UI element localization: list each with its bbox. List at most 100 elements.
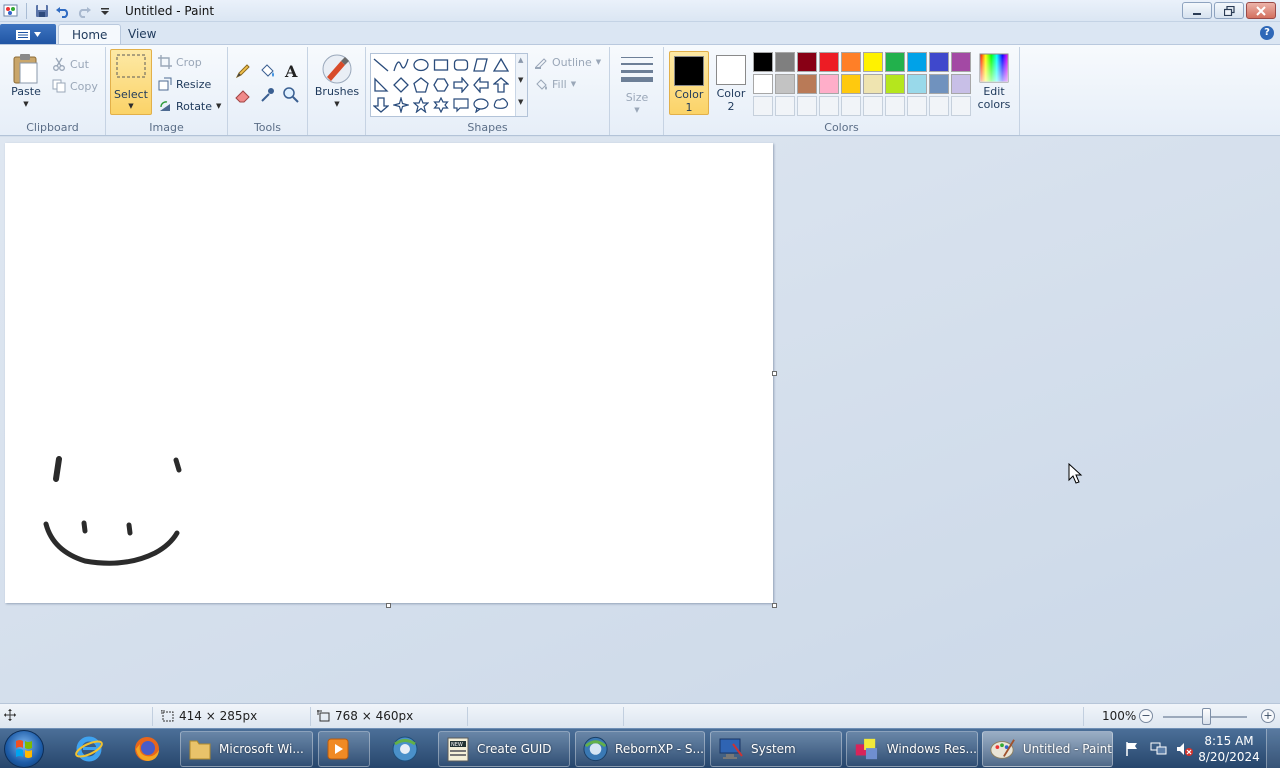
shapes-scrollbar[interactable]: ▲ ▼ ▼: [515, 54, 527, 116]
brushes-button[interactable]: Brushes ▼: [312, 53, 362, 111]
palette-swatch[interactable]: [819, 52, 839, 72]
palette-swatch[interactable]: [907, 74, 927, 94]
palette-swatch[interactable]: [885, 52, 905, 72]
down-arrow-shape-icon[interactable]: [371, 95, 391, 115]
cloud-callout-shape-icon[interactable]: [491, 95, 511, 115]
palette-swatch[interactable]: [951, 96, 971, 116]
text-tool[interactable]: A: [280, 61, 302, 81]
palette-swatch[interactable]: [885, 74, 905, 94]
line-shape-icon[interactable]: [371, 55, 391, 75]
up-arrow-shape-icon[interactable]: [491, 75, 511, 95]
palette-swatch[interactable]: [863, 74, 883, 94]
zoom-slider-thumb[interactable]: [1202, 708, 1211, 725]
palette-swatch[interactable]: [929, 96, 949, 116]
oval-shape-icon[interactable]: [411, 55, 431, 75]
taskbar-item-windows-resource[interactable]: Windows Res...: [846, 731, 978, 767]
diamond-shape-icon[interactable]: [391, 75, 411, 95]
rounded-rectangle-shape-icon[interactable]: [451, 55, 471, 75]
select-button[interactable]: Select ▼: [110, 49, 152, 115]
taskbar-item-microsoft-windows[interactable]: Microsoft Wi...: [180, 731, 313, 767]
tab-home[interactable]: Home: [58, 24, 122, 45]
start-button[interactable]: [4, 730, 44, 768]
palette-swatch[interactable]: [951, 52, 971, 72]
edit-colors-button[interactable]: Edit colors: [974, 53, 1014, 111]
taskbar-item-system[interactable]: System: [710, 731, 842, 767]
fill-tool[interactable]: [256, 61, 278, 81]
copy-button[interactable]: Copy: [52, 77, 98, 95]
resize-handle-bottom[interactable]: [386, 603, 391, 608]
palette-swatch[interactable]: [797, 74, 817, 94]
volume-muted-icon[interactable]: [1176, 741, 1194, 757]
help-icon[interactable]: ?: [1260, 26, 1274, 40]
show-desktop-button[interactable]: [1266, 729, 1280, 768]
system-clock[interactable]: 8:15 AM 8/20/2024: [1196, 733, 1262, 765]
taskbar-item-media-player[interactable]: [318, 731, 370, 767]
fill-button[interactable]: Fill ▼: [534, 75, 576, 93]
customize-qat-icon[interactable]: [96, 2, 114, 20]
palette-swatch[interactable]: [775, 74, 795, 94]
outline-button[interactable]: Outline ▼: [534, 53, 601, 71]
pencil-tool[interactable]: [232, 61, 254, 81]
palette-swatch[interactable]: [753, 96, 773, 116]
palette-swatch[interactable]: [951, 74, 971, 94]
palette-swatch[interactable]: [907, 52, 927, 72]
palette-swatch[interactable]: [841, 74, 861, 94]
action-center-flag-icon[interactable]: [1124, 741, 1140, 757]
four-point-star-shape-icon[interactable]: [391, 95, 411, 115]
polygon-shape-icon[interactable]: [471, 55, 491, 75]
palette-swatch[interactable]: [753, 74, 773, 94]
cut-button[interactable]: Cut: [52, 55, 89, 73]
palette-swatch[interactable]: [863, 96, 883, 116]
minimize-button[interactable]: [1182, 2, 1212, 19]
taskbar-item-create-guid[interactable]: NEW Create GUID: [438, 731, 570, 767]
pentagon-shape-icon[interactable]: [411, 75, 431, 95]
save-icon[interactable]: [33, 2, 51, 20]
taskbar-item-paint[interactable]: Untitled - Paint: [982, 731, 1113, 767]
curve-shape-icon[interactable]: [391, 55, 411, 75]
six-point-star-shape-icon[interactable]: [431, 95, 451, 115]
undo-icon[interactable]: [54, 2, 72, 20]
magnifier-tool[interactable]: [280, 85, 302, 105]
resize-handle-corner[interactable]: [772, 603, 777, 608]
hexagon-shape-icon[interactable]: [431, 75, 451, 95]
palette-swatch[interactable]: [841, 96, 861, 116]
palette-swatch[interactable]: [775, 96, 795, 116]
palette-swatch[interactable]: [907, 96, 927, 116]
color-1-button[interactable]: Color 1: [669, 51, 709, 115]
chrome-pin[interactable]: [380, 731, 430, 767]
palette-swatch[interactable]: [863, 52, 883, 72]
size-button[interactable]: Size ▼: [618, 55, 656, 117]
redo-icon[interactable]: [75, 2, 93, 20]
close-button[interactable]: [1246, 2, 1276, 19]
network-icon[interactable]: [1150, 741, 1168, 757]
scroll-up-icon[interactable]: ▲: [518, 56, 523, 64]
palette-swatch[interactable]: [753, 52, 773, 72]
right-triangle-shape-icon[interactable]: [371, 75, 391, 95]
rotate-button[interactable]: Rotate ▼: [158, 97, 221, 115]
rectangle-shape-icon[interactable]: [431, 55, 451, 75]
scroll-down-icon[interactable]: ▼: [518, 76, 523, 84]
resize-button[interactable]: Resize: [158, 75, 211, 93]
five-point-star-shape-icon[interactable]: [411, 95, 431, 115]
zoom-in-button[interactable]: +: [1261, 709, 1275, 723]
palette-swatch[interactable]: [929, 74, 949, 94]
right-arrow-shape-icon[interactable]: [451, 75, 471, 95]
drawing-canvas[interactable]: [5, 143, 773, 603]
palette-swatch[interactable]: [819, 96, 839, 116]
left-arrow-shape-icon[interactable]: [471, 75, 491, 95]
color-2-button[interactable]: Color 2: [711, 51, 751, 115]
paint-menu-button[interactable]: [0, 24, 56, 45]
color-picker-tool[interactable]: [256, 85, 278, 105]
tab-view[interactable]: View: [115, 24, 169, 45]
palette-swatch[interactable]: [819, 74, 839, 94]
rectangle-callout-shape-icon[interactable]: [451, 95, 471, 115]
eraser-tool[interactable]: [232, 85, 254, 105]
paste-button[interactable]: Paste ▼: [6, 53, 46, 111]
internet-explorer-pin[interactable]: [64, 731, 114, 767]
palette-swatch[interactable]: [841, 52, 861, 72]
crop-button[interactable]: Crop: [158, 53, 202, 71]
palette-swatch[interactable]: [929, 52, 949, 72]
palette-swatch[interactable]: [885, 96, 905, 116]
palette-swatch[interactable]: [797, 96, 817, 116]
triangle-shape-icon[interactable]: [491, 55, 511, 75]
